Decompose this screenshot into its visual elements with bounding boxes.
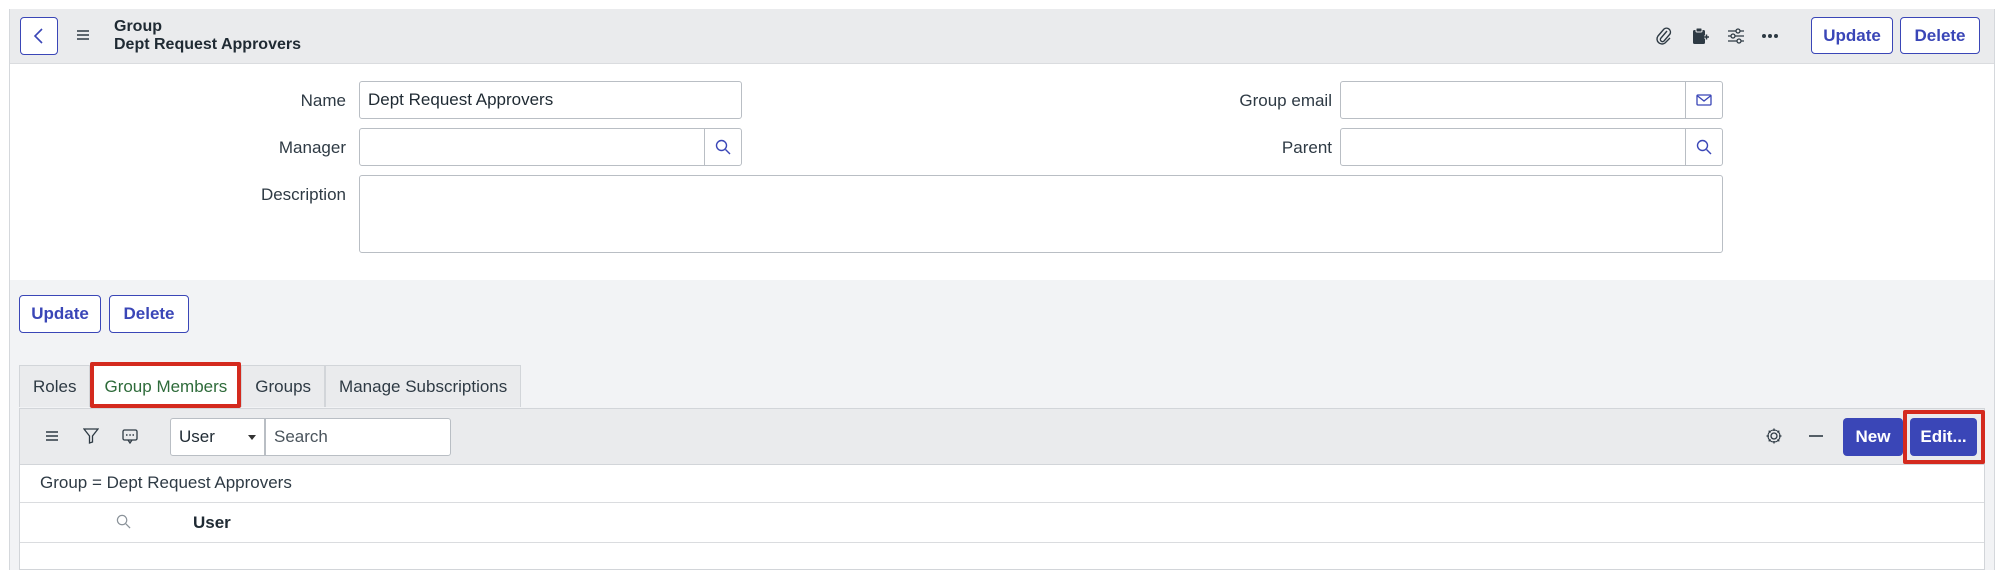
column-search-icon[interactable] <box>116 514 131 534</box>
group-email-label: Group email <box>1239 91 1332 110</box>
record-name: Dept Request Approvers <box>114 36 301 53</box>
back-button[interactable] <box>20 17 58 55</box>
name-input[interactable]: Dept Request Approvers <box>359 81 742 119</box>
comment-icon[interactable] <box>120 426 140 446</box>
name-label: Name <box>300 91 346 110</box>
list-toolbar: User New Edit... <box>20 409 1985 465</box>
edit-highlight-box <box>1903 410 1985 464</box>
tab-manage-subscriptions[interactable]: Manage Subscriptions <box>325 365 522 407</box>
parent-lookup-button[interactable] <box>1685 128 1723 166</box>
record-title: Group Dept Request Approvers <box>114 18 301 54</box>
description-textarea[interactable] <box>359 175 1723 253</box>
settings-sliders-icon[interactable] <box>1725 25 1747 47</box>
send-email-button[interactable] <box>1685 81 1723 119</box>
header-delete-button[interactable]: Delete <box>1900 17 1980 54</box>
group-members-list: User New Edit... Group = Dept Request Ap… <box>19 408 1985 570</box>
collapse-icon[interactable] <box>1806 426 1826 446</box>
search-icon <box>715 139 731 155</box>
tab-highlight-box <box>90 362 241 408</box>
paperclip-icon[interactable] <box>1653 25 1675 47</box>
form-header: Group Dept Request Approvers Update Dele… <box>10 9 1994 64</box>
new-button[interactable]: New <box>1843 418 1903 456</box>
filter-icon[interactable] <box>81 426 101 446</box>
record-type: Group <box>114 18 162 35</box>
tab-groups[interactable]: Groups <box>241 365 326 407</box>
more-options-icon[interactable] <box>1759 25 1781 47</box>
list-column-header: User <box>20 502 1984 543</box>
delete-button[interactable]: Delete <box>109 295 189 333</box>
search-field-value: User <box>179 427 215 446</box>
header-update-button[interactable]: Update <box>1811 17 1893 54</box>
list-menu-icon[interactable] <box>42 426 62 446</box>
group-form: Name Dept Request Approvers Manager Desc… <box>10 64 1994 280</box>
clipboard-icon[interactable] <box>1689 25 1711 47</box>
parent-label: Parent <box>1281 138 1332 157</box>
record-frame: Group Dept Request Approvers Update Dele… <box>9 9 1995 570</box>
manager-lookup-button[interactable] <box>704 128 742 166</box>
gear-icon[interactable] <box>1764 426 1784 446</box>
manager-input[interactable] <box>359 128 705 166</box>
description-label: Description <box>260 185 346 204</box>
search-icon <box>1696 139 1712 155</box>
chevron-down-icon <box>248 435 256 440</box>
update-button[interactable]: Update <box>19 295 101 333</box>
tab-roles[interactable]: Roles <box>19 365 91 407</box>
manager-label: Manager <box>278 138 346 157</box>
hamburger-icon[interactable] <box>76 28 90 42</box>
chevron-left-icon <box>33 28 43 44</box>
search-field-select[interactable]: User <box>170 418 265 456</box>
envelope-icon <box>1696 94 1712 106</box>
column-header-user[interactable]: User <box>193 513 231 533</box>
filter-breadcrumb[interactable]: Group = Dept Request Approvers <box>40 473 292 493</box>
parent-input[interactable] <box>1340 128 1686 166</box>
group-email-input[interactable] <box>1340 81 1686 119</box>
list-search-input[interactable] <box>265 418 451 456</box>
